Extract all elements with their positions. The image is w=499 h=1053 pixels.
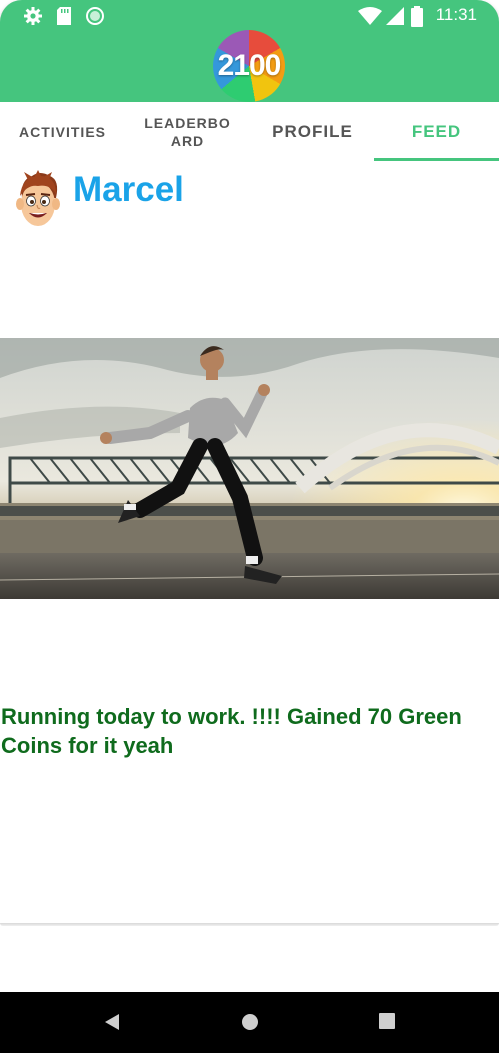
circle-icon xyxy=(86,7,104,25)
recents-icon[interactable] xyxy=(378,1012,396,1030)
battery-icon xyxy=(411,6,423,27)
tab-bar: ACTIVITIES LEADERBOARD PROFILE FEED xyxy=(0,102,499,162)
tab-profile[interactable]: PROFILE xyxy=(250,102,375,162)
status-time: 11:31 xyxy=(435,5,477,24)
gear-icon xyxy=(24,7,42,25)
tab-activities[interactable]: ACTIVITIES xyxy=(0,102,125,162)
navigation-bar xyxy=(0,992,499,1053)
sd-card-icon xyxy=(57,7,71,25)
active-tab-indicator xyxy=(374,158,499,161)
back-icon[interactable] xyxy=(103,1012,121,1032)
card-divider xyxy=(0,923,499,926)
app-logo: 2100 xyxy=(213,30,285,102)
tab-feed[interactable]: FEED xyxy=(374,102,499,162)
signal-icon xyxy=(386,7,404,25)
logo-text: 2100 xyxy=(217,49,282,82)
home-icon[interactable] xyxy=(240,1012,260,1032)
status-bar: 11:31 xyxy=(0,0,499,32)
running-man-image xyxy=(0,338,499,599)
post-username[interactable]: Marcel xyxy=(73,170,184,210)
app-header: 11:31 2100 xyxy=(0,0,499,102)
wifi-icon xyxy=(358,7,382,25)
post-photo xyxy=(0,338,499,599)
tab-leaderboard[interactable]: LEADERBOARD xyxy=(125,102,250,162)
tab-leaderboard-label: LEADERBOARD xyxy=(144,115,231,149)
avatar[interactable] xyxy=(10,168,66,232)
post-caption: Running today to work. !!!! Gained 70 Gr… xyxy=(1,704,462,758)
